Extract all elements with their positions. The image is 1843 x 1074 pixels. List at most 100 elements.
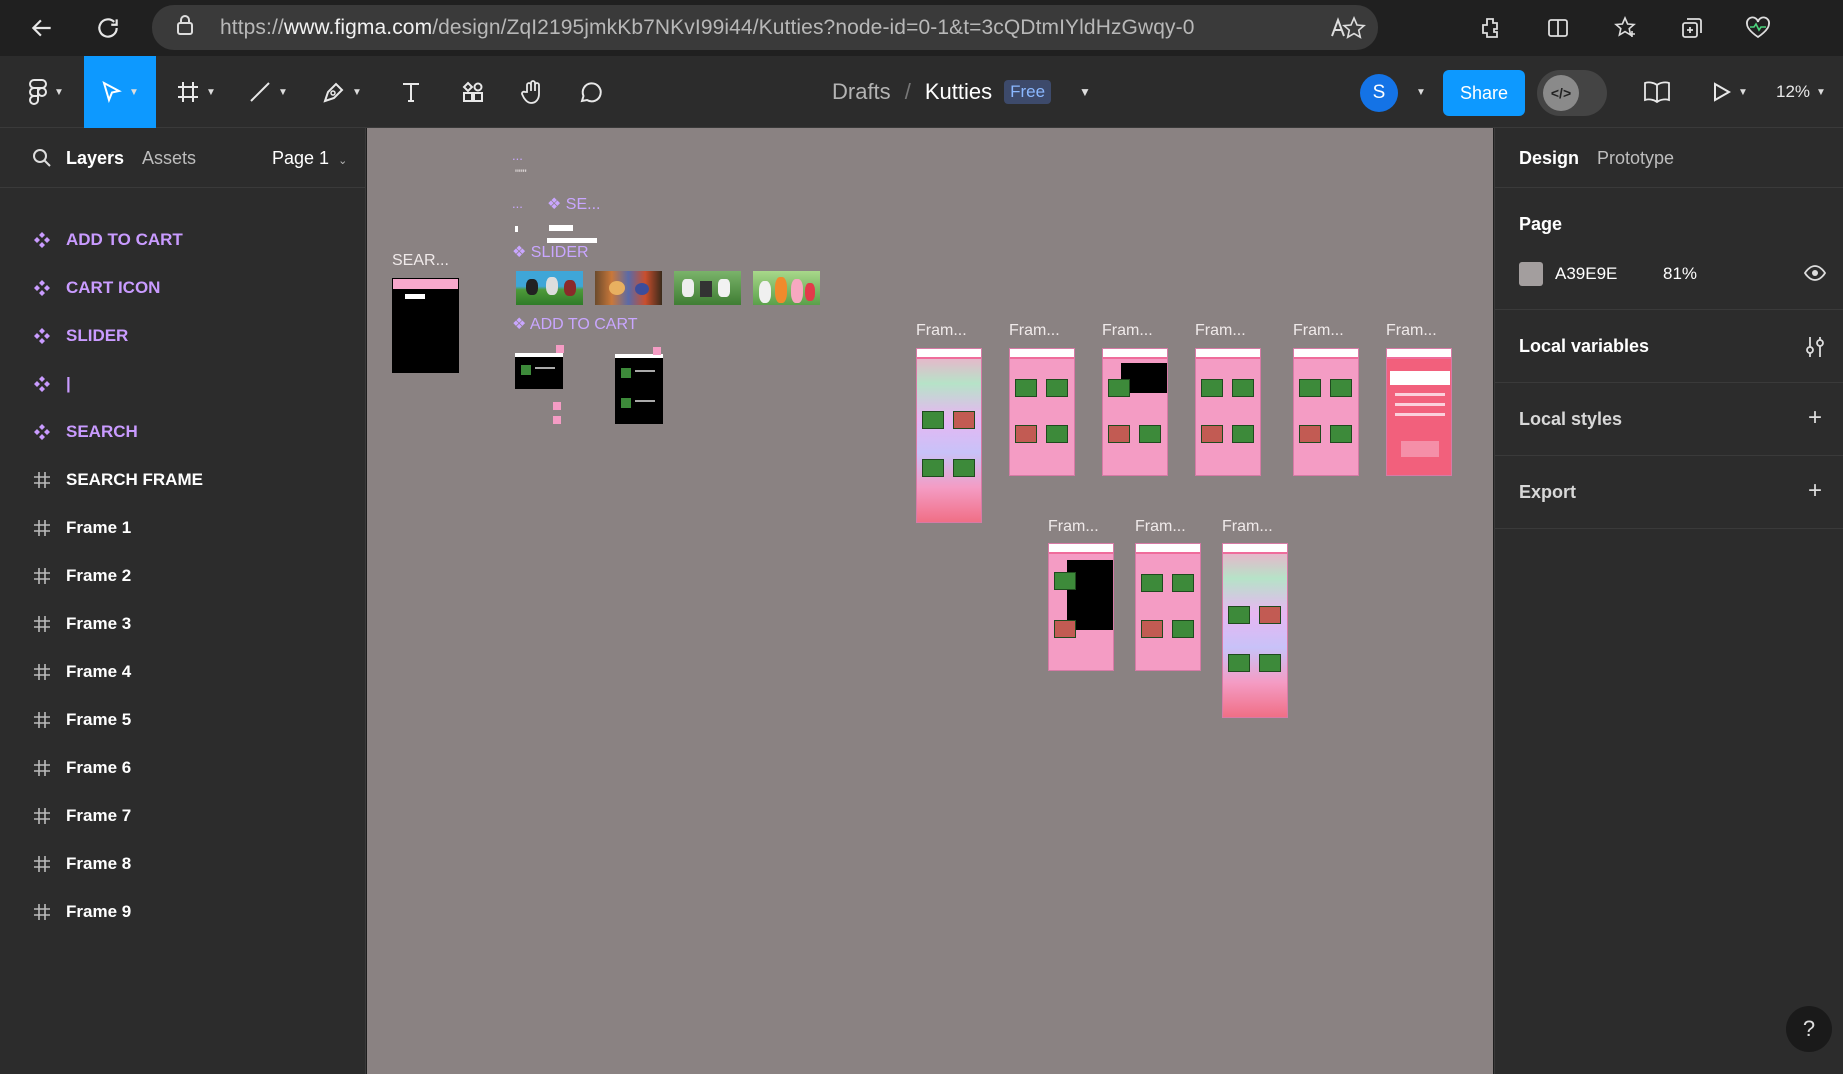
layer-row[interactable]: Frame 4 [0, 648, 366, 696]
frame-label[interactable]: Fram... [1222, 518, 1273, 536]
cart-icon-component-4[interactable] [653, 347, 661, 355]
favorites-icon[interactable] [1608, 10, 1644, 46]
slider-image-1[interactable] [516, 271, 583, 305]
slider-image-3[interactable] [674, 271, 741, 305]
slider-image-4[interactable] [753, 271, 820, 305]
layer-row[interactable]: Frame 5 [0, 696, 366, 744]
frame-thumbnail-9[interactable] [1222, 543, 1288, 718]
tab-prototype[interactable]: Prototype [1597, 148, 1674, 169]
layer-row[interactable]: ADD TO CART [0, 216, 366, 264]
layer-row[interactable]: Frame 2 [0, 552, 366, 600]
sliders-icon[interactable] [1804, 336, 1826, 358]
local-variables-section[interactable]: Local variables [1495, 310, 1843, 383]
layer-row[interactable]: SEARCH FRAME [0, 456, 366, 504]
component-label-slider[interactable]: ❖ SLIDER [512, 242, 589, 262]
layer-row[interactable]: Frame 7 [0, 792, 366, 840]
search-frame-label[interactable]: SEAR... [392, 252, 449, 270]
export-section[interactable]: Export + [1495, 456, 1843, 529]
dev-mode-toggle[interactable]: </> [1537, 70, 1607, 116]
browser-health-icon[interactable] [1740, 10, 1776, 46]
hand-tool-button[interactable] [508, 56, 558, 128]
shape-tool-button[interactable]: ▼ [238, 56, 298, 128]
add-to-cart-variant-1[interactable] [515, 353, 563, 389]
frame-label[interactable]: Fram... [916, 322, 967, 340]
layer-row[interactable]: Frame 9 [0, 888, 366, 936]
file-name[interactable]: Kutties [925, 79, 992, 105]
frame-thumbnail-3[interactable] [1102, 348, 1168, 476]
main-menu-button[interactable]: ▼ [18, 56, 74, 128]
layer-row[interactable]: Frame 6 [0, 744, 366, 792]
present-button[interactable]: ▼ [1700, 56, 1758, 128]
cursor-bar-component[interactable] [515, 226, 518, 232]
tab-layers[interactable]: Layers [66, 148, 124, 169]
frame-label[interactable]: Fram... [1135, 518, 1186, 536]
tab-design[interactable]: Design [1519, 148, 1579, 169]
drafts-link[interactable]: Drafts [832, 79, 891, 105]
address-bar[interactable]: https://www.figma.com/design/ZqI2195jmkK… [152, 5, 1378, 50]
frame-label[interactable]: Fram... [1102, 322, 1153, 340]
comment-tool-button[interactable] [566, 56, 616, 128]
component-label-search[interactable]: ❖ SE... [547, 194, 600, 214]
collections-icon[interactable] [1674, 10, 1710, 46]
frame-label[interactable]: Fram... [1293, 322, 1344, 340]
page-selector[interactable]: Page 1 ⌄ [272, 148, 347, 169]
cart-icon-component-2[interactable] [553, 402, 561, 410]
search-bar-component[interactable] [549, 225, 573, 231]
page-color-hex[interactable]: A39E9E [1555, 264, 1617, 284]
cart-icon-component[interactable] [556, 345, 564, 353]
add-style-plus-icon[interactable]: + [1804, 404, 1826, 431]
help-button[interactable]: ? [1786, 1006, 1832, 1052]
frame-label[interactable]: Fram... [1009, 322, 1060, 340]
eye-icon[interactable] [1804, 262, 1826, 284]
component-label-quotes[interactable]: """ [515, 168, 527, 180]
zoom-dropdown[interactable]: 12% ▼ [1776, 56, 1826, 128]
split-screen-icon[interactable] [1540, 10, 1576, 46]
cart-icon-component-3[interactable] [553, 416, 561, 424]
component-label-dots[interactable]: ... [512, 148, 523, 163]
pen-tool-button[interactable]: ▼ [312, 56, 372, 128]
search-icon[interactable] [32, 148, 52, 168]
layer-row[interactable]: SLIDER [0, 312, 366, 360]
back-icon[interactable] [24, 10, 60, 46]
frame-label[interactable]: Fram... [1386, 322, 1437, 340]
move-tool-button[interactable]: ▼ [84, 56, 156, 128]
frame-thumbnail-1[interactable] [916, 348, 982, 523]
favorite-star-icon[interactable] [1336, 10, 1372, 46]
slider-image-2[interactable] [595, 271, 662, 305]
tab-assets[interactable]: Assets [142, 148, 196, 169]
layer-row[interactable]: CART ICON [0, 264, 366, 312]
frame-label[interactable]: Fram... [1048, 518, 1099, 536]
frame-icon [32, 758, 52, 778]
frame-thumbnail-6[interactable] [1386, 348, 1452, 476]
frame-thumbnail-4[interactable] [1195, 348, 1261, 476]
design-canvas[interactable]: SEAR... ... """ ❖ SE... ... ❖ SLIDER ❖ A… [367, 128, 1493, 1074]
multiplayer-chevron-icon[interactable]: ▼ [1416, 87, 1426, 98]
refresh-icon[interactable] [90, 10, 126, 46]
extensions-icon[interactable] [1472, 10, 1508, 46]
component-label-dots-2[interactable]: ... [512, 196, 523, 211]
resources-tool-button[interactable] [448, 56, 498, 128]
layer-row[interactable]: Frame 3 [0, 600, 366, 648]
frame-tool-button[interactable]: ▼ [166, 56, 226, 128]
text-tool-button[interactable] [386, 56, 436, 128]
frame-label[interactable]: Fram... [1195, 322, 1246, 340]
frame-thumbnail-8[interactable] [1135, 543, 1201, 671]
page-color-swatch[interactable] [1519, 262, 1543, 286]
share-button[interactable]: Share [1443, 70, 1525, 116]
add-export-plus-icon[interactable]: + [1804, 477, 1826, 504]
frame-thumbnail-5[interactable] [1293, 348, 1359, 476]
layer-row[interactable]: | [0, 360, 366, 408]
add-to-cart-variant-2[interactable] [615, 354, 663, 424]
page-opacity[interactable]: 81% [1663, 264, 1697, 284]
layer-row[interactable]: Frame 1 [0, 504, 366, 552]
avatar[interactable]: S [1360, 74, 1398, 112]
frame-thumbnail-7[interactable] [1048, 543, 1114, 671]
layer-row[interactable]: SEARCH [0, 408, 366, 456]
frame-thumbnail-2[interactable] [1009, 348, 1075, 476]
search-frame-thumbnail[interactable] [392, 278, 459, 373]
local-styles-section[interactable]: Local styles + [1495, 383, 1843, 456]
library-button[interactable] [1632, 56, 1682, 128]
layer-row[interactable]: Frame 8 [0, 840, 366, 888]
file-menu-chevron-icon[interactable]: ▼ [1079, 85, 1091, 99]
component-label-add-to-cart[interactable]: ❖ ADD TO CART [512, 314, 637, 334]
